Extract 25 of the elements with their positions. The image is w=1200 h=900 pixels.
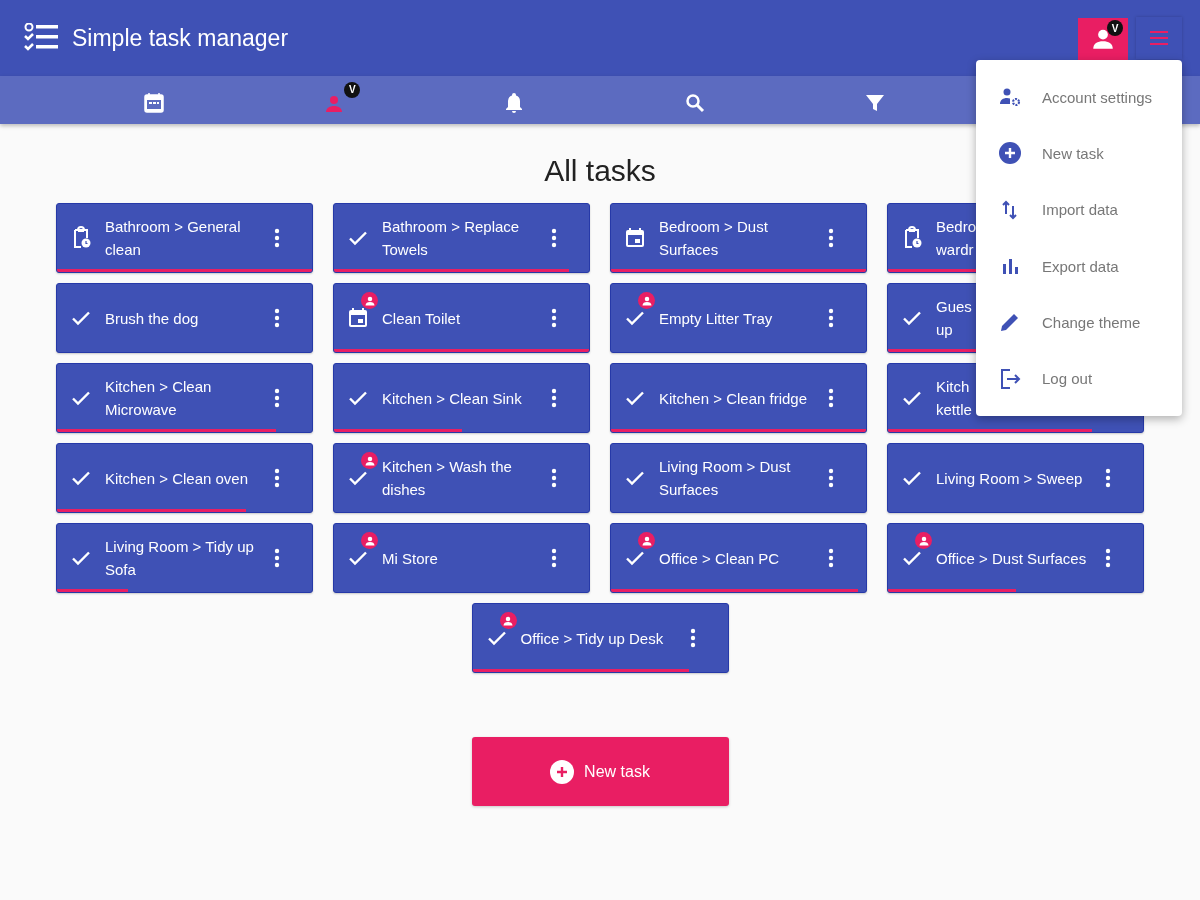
task-title: Office > Dust Surfaces bbox=[936, 548, 1087, 569]
app-title: Simple task manager bbox=[72, 24, 289, 52]
task-title: Clean Toilet bbox=[382, 308, 461, 329]
task-title: Kitchen > Clean Microwave bbox=[105, 377, 213, 420]
page-heading: All tasks bbox=[544, 153, 656, 189]
account-badge: V bbox=[1107, 20, 1123, 36]
task-title: Office > Clean PC bbox=[659, 548, 780, 569]
task-title: Bathroom > General clean bbox=[105, 217, 242, 260]
user-badge: V bbox=[344, 81, 361, 98]
task-title: Gues up bbox=[936, 297, 972, 340]
task-title: Bathroom > Replace Towels bbox=[382, 217, 521, 260]
task-title: Empty Litter Tray bbox=[659, 308, 773, 329]
task-title: Living Room > Sweep bbox=[936, 468, 1083, 489]
task-title: Brush the dog bbox=[105, 308, 199, 329]
task-title: Bedroom > Dust Surfaces bbox=[659, 217, 769, 260]
task-title: Kitchen > Clean fridge bbox=[659, 388, 807, 409]
task-title: Office > Tidy up Desk bbox=[520, 628, 664, 649]
task-title: Kitchen > Clean oven bbox=[105, 468, 248, 489]
task-title: Bedro wardr bbox=[936, 217, 977, 260]
task-title: Kitchen > Clean Sink bbox=[382, 388, 522, 409]
task-title: Mi Store bbox=[382, 548, 438, 569]
task-title: Living Room > Tidy up Sofa bbox=[105, 537, 255, 580]
task-title: Living Room > Dust Surfaces bbox=[659, 457, 792, 500]
task-title: Kitch kettle bbox=[936, 377, 972, 420]
task-title: Kitchen > Wash the dishes bbox=[382, 457, 513, 500]
